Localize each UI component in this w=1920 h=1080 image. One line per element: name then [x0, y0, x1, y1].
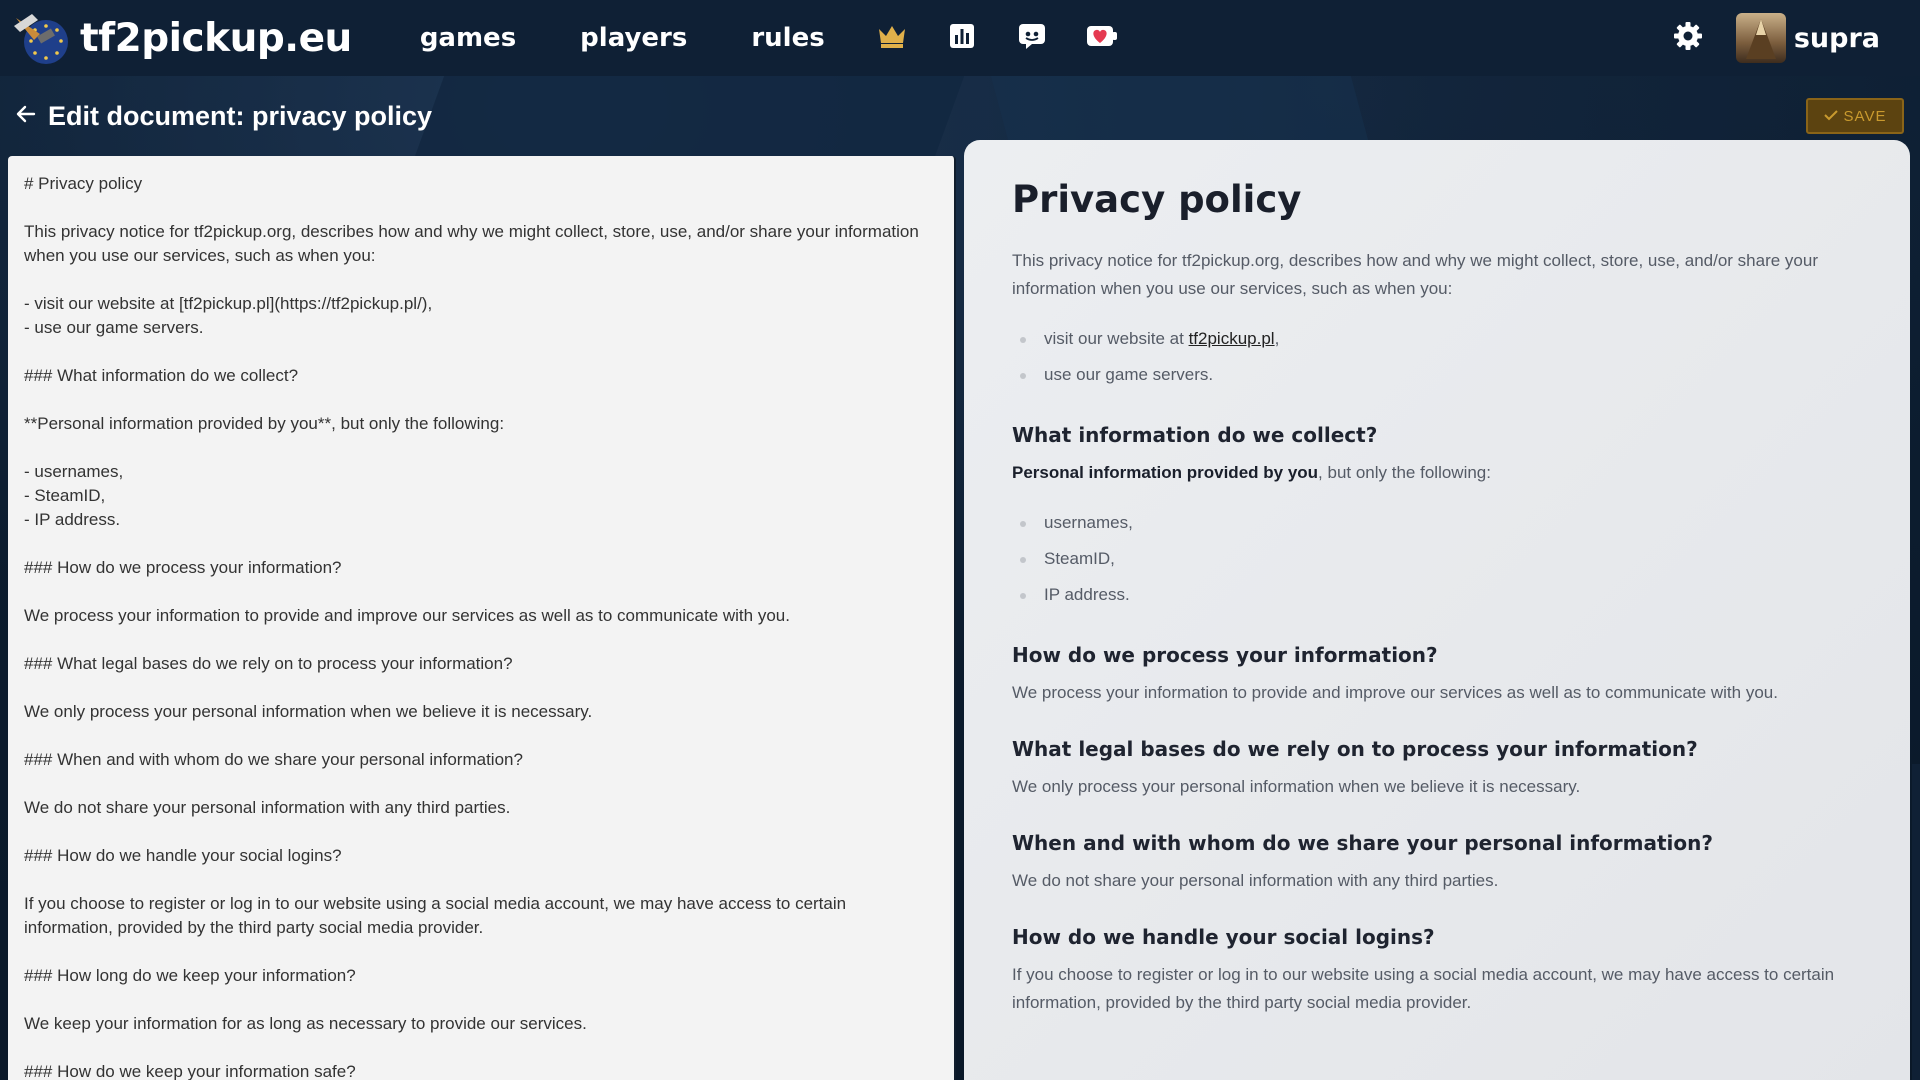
section-text: We do not share your personal informatio… [1012, 871, 1499, 890]
section-heading: How do we process your information? [1012, 643, 1438, 667]
discord-button[interactable] [997, 0, 1067, 76]
brand-name: tf2pickup.eu [80, 15, 352, 61]
hall-of-fame-button[interactable] [857, 0, 927, 76]
markdown-preview: Privacy policy This privacy notice for t… [964, 140, 1910, 1080]
check-icon [1823, 108, 1838, 125]
preview-visit-list: visit our website at tf2pickup.pl, use o… [1012, 321, 1862, 393]
preview-title: Privacy policy [1012, 178, 1302, 221]
section-heading: How do we handle your social logins? [1012, 925, 1435, 949]
section-heading: When and with whom do we share your pers… [1012, 831, 1713, 855]
preview-intro: This privacy notice for tf2pickup.org, d… [1012, 251, 1818, 298]
section-text: We process your information to provide a… [1012, 683, 1778, 702]
back-button[interactable] [12, 102, 40, 130]
list-item: IP address. [1012, 577, 1862, 613]
list-item-text: visit our website at [1044, 329, 1189, 348]
save-label: SAVE [1843, 107, 1887, 125]
gear-icon [1673, 21, 1703, 56]
tf2pickup-link[interactable]: tf2pickup.pl [1189, 329, 1275, 348]
save-button[interactable]: SAVE [1806, 98, 1904, 134]
donate-icon [1086, 23, 1118, 54]
nav-players-link[interactable]: players [548, 0, 720, 76]
list-item: use our game servers. [1012, 357, 1862, 393]
username[interactable]: supra [1794, 23, 1880, 54]
collect-bold: Personal information provided by you [1012, 463, 1319, 482]
list-item-text: , [1274, 329, 1280, 348]
user-area: supra [1646, 0, 1920, 76]
statistics-button[interactable] [927, 0, 997, 76]
markdown-editor[interactable]: # Privacy policy This privacy notice for… [8, 156, 956, 1080]
brand-home-link[interactable]: tf2pickup.eu [10, 0, 352, 76]
section-text: If you choose to register or log in to o… [1012, 965, 1835, 1012]
avatar[interactable] [1735, 13, 1786, 63]
discord-icon [1018, 23, 1046, 54]
editor-content[interactable]: # Privacy policy This privacy notice for… [24, 172, 938, 1080]
collect-rest: , but only the following: [1318, 463, 1491, 482]
crown-icon [877, 23, 907, 54]
collect-text: Personal information provided by you, bu… [1012, 459, 1862, 487]
section-heading: What legal bases do we rely on to proces… [1012, 737, 1698, 761]
list-item: SteamID, [1012, 541, 1862, 577]
donate-button[interactable] [1067, 0, 1137, 76]
main-nav: games players rules [387, 0, 1137, 76]
list-item: visit our website at tf2pickup.pl, [1012, 321, 1862, 357]
page-title: Edit document: privacy policy [48, 100, 433, 131]
section-heading: What information do we collect? [1012, 423, 1378, 447]
top-navbar: tf2pickup.eu games players rules supra [0, 0, 1920, 76]
arrow-left-icon [16, 105, 36, 128]
brand-logo-icon [10, 8, 74, 68]
settings-button[interactable] [1646, 0, 1730, 76]
page-scrollbar[interactable] [1912, 764, 1920, 1080]
nav-rules-link[interactable]: rules [719, 0, 857, 76]
nav-games-link[interactable]: games [387, 0, 549, 76]
list-item: usernames, [1012, 505, 1862, 541]
collect-list: usernames, SteamID, IP address. [1012, 505, 1862, 613]
section-text: We only process your personal informatio… [1012, 777, 1581, 796]
stats-icon [949, 23, 975, 54]
